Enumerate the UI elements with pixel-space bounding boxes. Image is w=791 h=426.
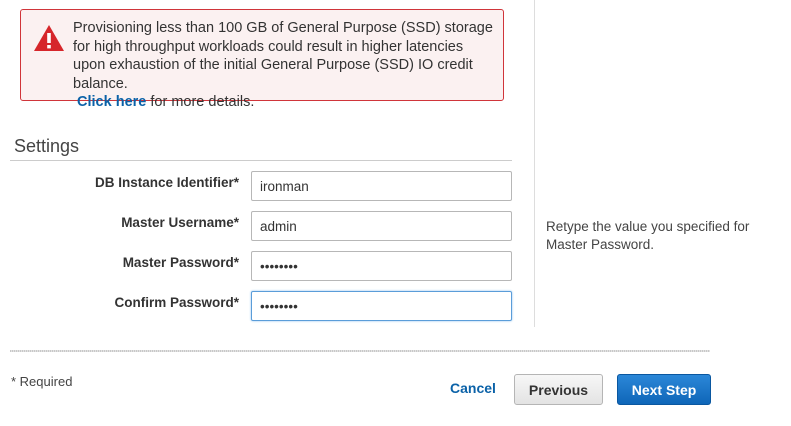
warning-triangle-icon bbox=[34, 25, 64, 51]
column-divider bbox=[534, 0, 535, 327]
required-note: * Required bbox=[11, 374, 73, 389]
cancel-link[interactable]: Cancel bbox=[450, 380, 496, 396]
next-step-button[interactable]: Next Step bbox=[617, 374, 711, 405]
click-here-link[interactable]: Click here bbox=[77, 94, 146, 110]
confirm-password-help-text: Retype the value you specified for Maste… bbox=[546, 219, 750, 252]
settings-section-title: Settings bbox=[14, 136, 80, 156]
previous-button[interactable]: Previous bbox=[514, 374, 603, 405]
confirm-password-label: Confirm Password* bbox=[114, 295, 239, 310]
rds-launch-settings-page: Provisioning less than 100 GB of General… bbox=[0, 0, 791, 426]
storage-warning-alert: Provisioning less than 100 GB of General… bbox=[20, 9, 504, 110]
db-instance-identifier-input[interactable] bbox=[251, 171, 512, 201]
footer-divider bbox=[10, 350, 710, 352]
warning-message: Provisioning less than 100 GB of General… bbox=[73, 19, 493, 112]
db-instance-identifier-label: DB Instance Identifier* bbox=[94, 175, 239, 190]
master-password-input[interactable] bbox=[251, 251, 512, 281]
warning-text: Provisioning less than 100 GB of General… bbox=[73, 20, 493, 92]
master-username-input[interactable] bbox=[251, 211, 512, 241]
confirm-password-input[interactable] bbox=[251, 291, 512, 321]
warning-link-suffix: for more details. bbox=[146, 94, 255, 110]
master-password-label: Master Password* bbox=[122, 255, 239, 270]
settings-divider bbox=[10, 160, 512, 161]
master-username-label: Master Username* bbox=[121, 215, 239, 230]
